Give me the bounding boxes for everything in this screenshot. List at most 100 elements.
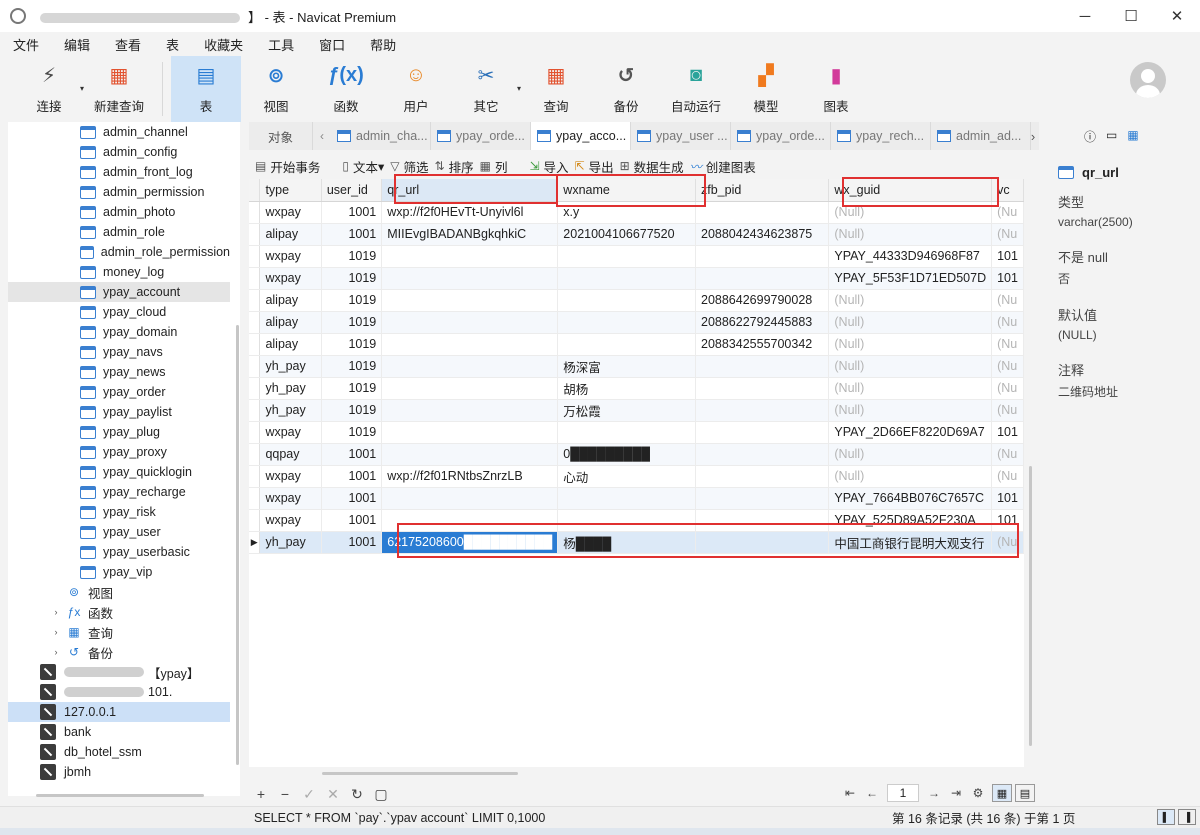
apply-changes-icon[interactable]: ✓ [297,786,321,803]
table-row[interactable]: alipay 1019 2088342555700342 (Null) (Nu [249,333,1024,356]
table-cell[interactable]: wxpay [259,201,322,224]
column-header-vc[interactable]: vc [991,179,1024,202]
table-cell[interactable]: 1019 [321,421,383,444]
table-row[interactable]: ▶ yh_pay 1001 62175208600██████████ 杨████ 中国工… [249,531,1024,554]
sidebar-connection-item[interactable]: 101. [8,682,230,702]
table-cell[interactable]: wxpay [259,245,322,268]
table-row[interactable]: wxpay 1001 wxp://f2f01RNtbsZnrzLB 心动 (Null)(… [249,465,1024,488]
toolbar-button-plug[interactable]: ⚡ 连接 ▾ [14,56,84,122]
prev-page-icon[interactable]: ← [861,786,883,800]
table-cell[interactable]: wxp://f2f0HEvTt-Unyivl6l [381,201,559,224]
table-cell[interactable]: (Nu [991,355,1024,378]
info-icon[interactable]: ⓘ [1084,128,1096,145]
table-row[interactable]: wxpay 1019 YPAY_5F53F1D71ED507D 101 [249,267,1024,290]
tab-item[interactable]: ypay_orde... [431,122,531,150]
table-row[interactable]: yh_pay 1019 胡杨 (Null) (Nu [249,377,1024,400]
sidebar-table-item[interactable]: ypay_vip [8,562,230,582]
sidebar-table-item[interactable]: ypay_plug [8,422,230,442]
table-cell[interactable] [381,487,559,510]
tab-scroll-left-icon[interactable]: ‹ [313,129,331,143]
table-cell[interactable]: 2088622792445883 [695,311,830,334]
table-cell[interactable] [695,355,830,378]
sidebar-table-item[interactable]: ypay_paylist [8,402,230,422]
table-cell[interactable]: 2088642699790028 [695,289,830,312]
table-cell[interactable] [695,465,830,488]
table-cell[interactable]: 1019 [321,355,383,378]
table-cell[interactable]: (Nu [991,223,1024,246]
table-cell[interactable] [381,421,559,444]
table-cell[interactable]: (Null) [828,223,993,246]
table-cell[interactable]: (Nu [991,311,1024,334]
table-cell[interactable] [695,421,830,444]
table-cell[interactable]: yh_pay [259,531,322,554]
table-cell[interactable] [557,289,696,312]
table-cell[interactable]: 101 [991,267,1024,290]
table-cell[interactable]: wxpay [259,509,322,532]
sidebar-table-item[interactable]: money_log [8,262,230,282]
sidebar-table-item[interactable]: admin_config [8,142,230,162]
toolbar-button-chart[interactable]: ▮ 图表 [801,56,871,122]
sidebar-connection-item[interactable]: bank [8,722,230,742]
column-header-wx-guid[interactable]: wx_guid [828,179,993,202]
table-cell[interactable]: (Nu [991,201,1024,224]
table-cell[interactable] [695,201,830,224]
table-cell[interactable]: 62175208600██████████ [381,531,559,554]
table-cell[interactable] [381,311,559,334]
data-generation-button[interactable]: ⊞ 数据生成 [620,157,684,176]
sidebar-table-item[interactable]: ypay_cloud [8,302,230,322]
table-cell[interactable]: 1001 [321,487,383,510]
toolbar-button-function[interactable]: ƒ(x) 函数 [311,56,381,122]
table-cell[interactable]: yh_pay [259,355,322,378]
toolbar-button-model[interactable]: ▞ 模型 [731,56,801,122]
menu-tools[interactable]: 工具 [255,35,306,54]
table-cell[interactable]: 1019 [321,377,383,400]
table-row[interactable]: qqpay 1001 0█████████ (Null) (Nu [249,443,1024,466]
table-cell[interactable]: qqpay [259,443,322,466]
table-cell[interactable]: alipay [259,311,322,334]
ddl-icon[interactable]: ▭ [1106,128,1117,145]
table-cell[interactable]: yh_pay [259,377,322,400]
table-cell[interactable]: 2088342555700342 [695,333,830,356]
chevron-right-icon[interactable]: › [50,627,62,637]
add-record-icon[interactable]: + [249,786,273,802]
last-page-icon[interactable]: ⇥ [945,786,967,800]
chevron-right-icon[interactable]: › [50,647,62,657]
next-page-icon[interactable]: → [923,786,945,800]
table-cell[interactable]: (Null) [828,465,993,488]
minimize-button[interactable]: ─ [1062,0,1108,32]
table-cell[interactable]: 杨深富 [557,355,696,378]
table-cell[interactable]: alipay [259,333,322,356]
sidebar-group-item[interactable]: › ↺ 备份 [8,642,230,662]
sidebar-connection-item[interactable]: 127.0.0.1 [8,702,230,722]
table-cell[interactable]: 1019 [321,399,383,422]
grid-vertical-scrollbar[interactable] [1029,466,1032,746]
sidebar-table-item[interactable]: admin_role_permission [8,242,230,262]
toggle-left-panel-icon[interactable]: ▌ [1157,809,1175,825]
table-cell[interactable] [381,355,559,378]
table-row[interactable]: wxpay 1001 wxp://f2f0HEvTt-Unyivl6l x.y (Nul… [249,201,1024,224]
tab-item[interactable]: ypay_user ... [631,122,731,150]
table-cell[interactable]: 2088042434623875 [695,223,830,246]
sidebar-group-item[interactable]: › ƒx 函数 [8,602,230,622]
table-cell[interactable]: 1001 [321,509,383,532]
user-avatar[interactable] [1130,62,1166,98]
sidebar-table-item[interactable]: ypay_domain [8,322,230,342]
sidebar-connection-item[interactable]: jbmh [8,762,230,782]
table-cell[interactable]: YPAY_2D66EF8220D69A7 [828,421,993,444]
table-cell[interactable] [695,267,830,290]
tab-item[interactable]: admin_cha... [331,122,431,150]
table-cell[interactable]: (Nu [991,443,1024,466]
table-cell[interactable] [695,245,830,268]
page-number-input[interactable]: 1 [887,784,919,802]
tab-objects[interactable]: 对象 [249,122,313,150]
export-button[interactable]: ⇱ 导出 [575,157,614,176]
table-cell[interactable]: YPAY_44333D946968F87 [828,245,993,268]
filter-button[interactable]: ▽ 筛选 [390,157,428,176]
table-cell[interactable] [695,377,830,400]
table-row[interactable]: alipay 1019 2088622792445883 (Null) (Nu [249,311,1024,334]
table-cell[interactable]: 1019 [321,267,383,290]
table-cell[interactable] [695,509,830,532]
table-cell[interactable]: 胡杨 [557,377,696,400]
tab-item[interactable]: ypay_orde... [731,122,831,150]
toolbar-button-query[interactable]: ▦ 查询 [521,56,591,122]
